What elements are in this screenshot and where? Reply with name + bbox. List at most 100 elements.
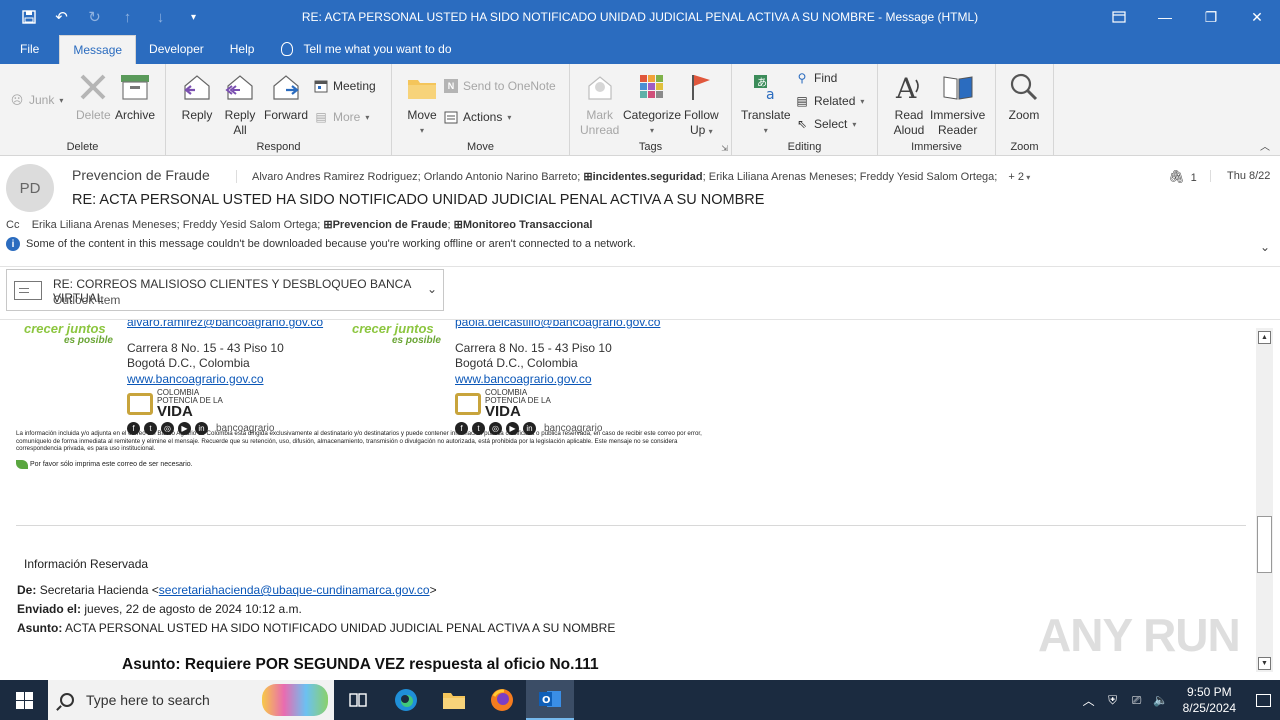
task-view-icon[interactable] — [334, 680, 382, 720]
more-recipients[interactable]: + 2 — [1008, 171, 1024, 183]
edge-browser-icon[interactable] — [382, 680, 430, 720]
immersive-reader-button[interactable]: Immersive Reader — [930, 70, 985, 138]
zoom-group-label: Zoom — [1010, 141, 1039, 153]
tell-me-text: Tell me what you want to do — [303, 42, 452, 56]
follow-up-button[interactable]: Follow Up ▾ — [684, 70, 719, 139]
tab-file[interactable]: File — [0, 34, 59, 64]
signature-block-1: alvaro.ramirez@bancoagrario.gov.co Carre… — [127, 320, 323, 437]
reply-all-icon — [223, 70, 257, 104]
tab-help[interactable]: Help — [217, 34, 268, 64]
sent-line: Enviado el: jueves, 22 de agosto de 2024… — [17, 602, 302, 616]
collapse-ribbon-icon[interactable]: ︿ — [1260, 138, 1270, 153]
onenote-icon: N — [444, 79, 458, 93]
immersive-group: A Read Aloud Immersive Reader Immersive — [878, 64, 996, 156]
vertical-scrollbar[interactable]: ▲ ▼ — [1256, 328, 1273, 672]
tags-dialog-launcher-icon[interactable]: ⇲ — [721, 144, 728, 153]
sig1-web-link[interactable]: www.bancoagrario.gov.co — [127, 372, 264, 386]
related-button[interactable]: ▤ Related ▾ — [795, 94, 864, 108]
ribbon-display-options-icon[interactable] — [1096, 0, 1142, 34]
security-icon[interactable]: ⛨ — [1101, 693, 1125, 708]
sig2-email[interactable]: paola.delcastillo@bancoagrario.gov.co — [455, 320, 660, 329]
show-hidden-icons-icon[interactable]: ︿ — [1077, 692, 1101, 709]
find-icon: ⚲ — [797, 71, 807, 85]
more-respond-button[interactable]: ▤ More ▾ — [314, 110, 369, 124]
outlook-taskbar-icon[interactable]: O — [526, 680, 574, 720]
find-button[interactable]: ⚲ Find — [795, 71, 838, 85]
avatar[interactable]: PD — [6, 164, 54, 212]
delete-button[interactable]: Delete — [76, 70, 111, 123]
move-button[interactable]: Move ▾ — [405, 70, 439, 138]
actions-button[interactable]: Actions ▾ — [444, 110, 511, 124]
junk-button[interactable]: ☹ Junk ▾ — [10, 93, 64, 107]
file-explorer-icon[interactable] — [430, 680, 478, 720]
expand-header-icon[interactable]: ⌄ — [1260, 240, 1270, 254]
meeting-icon — [314, 79, 328, 93]
actions-icon — [444, 110, 458, 124]
categorize-button[interactable]: Categorize ▾ — [623, 70, 681, 138]
volume-icon[interactable]: 🔈 — [1149, 693, 1173, 707]
tab-developer[interactable]: Developer — [136, 34, 217, 64]
scroll-up-icon[interactable]: ▲ — [1258, 331, 1271, 344]
undo-icon[interactable]: ↶ — [47, 2, 76, 32]
sender-name[interactable]: Prevencion de Fraude — [72, 167, 210, 183]
lightbulb-icon — [281, 42, 294, 56]
sig2-web-link[interactable]: www.bancoagrario.gov.co — [455, 372, 592, 386]
taskbar-search[interactable]: Type here to search — [48, 680, 334, 720]
group-expand-icon[interactable]: ⊞ — [583, 171, 592, 183]
save-icon[interactable] — [14, 2, 43, 32]
archive-button[interactable]: Archive — [115, 70, 155, 123]
translate-button[interactable]: あa Translate ▾ — [741, 70, 791, 138]
start-button[interactable] — [0, 680, 48, 720]
move-group-label: Move — [467, 141, 494, 153]
minimize-icon[interactable]: — — [1142, 0, 1188, 34]
tab-message[interactable]: Message — [59, 35, 137, 64]
meeting-button[interactable]: Meeting — [314, 79, 376, 93]
forward-button[interactable]: Forward — [264, 70, 308, 123]
windows-logo-icon — [15, 691, 33, 709]
classification-label: Información Reservada — [24, 557, 149, 571]
notifications-icon[interactable] — [1246, 680, 1280, 720]
previous-item-icon[interactable]: ↑ — [113, 2, 142, 32]
window-title: RE: ACTA PERSONAL USTED HA SIDO NOTIFICA… — [301, 10, 979, 24]
reply-button[interactable]: Reply — [180, 70, 214, 123]
select-button[interactable]: ⇖ Select ▾ — [795, 117, 856, 131]
close-icon[interactable]: ✕ — [1234, 0, 1280, 34]
send-to-onenote-button[interactable]: N Send to OneNote — [444, 79, 556, 93]
firefox-icon[interactable] — [478, 680, 526, 720]
attachment-card[interactable]: RE: CORREOS MALISIOSO CLIENTES Y DESBLOQ… — [6, 269, 444, 311]
print-note: Por favor sólo imprima este correo de se… — [16, 460, 193, 469]
flag-icon — [684, 70, 718, 104]
ribbon-tabs: File Message Developer Help Tell me what… — [0, 34, 1280, 64]
next-item-icon[interactable]: ↓ — [146, 2, 175, 32]
attachment-menu-icon[interactable]: ⌄ — [427, 282, 437, 296]
scroll-down-icon[interactable]: ▼ — [1258, 657, 1271, 670]
maximize-icon[interactable]: ❐ — [1188, 0, 1234, 34]
reply-all-button[interactable]: Reply All — [223, 70, 257, 138]
redo-icon[interactable]: ↻ — [80, 2, 109, 32]
read-aloud-button[interactable]: A Read Aloud — [892, 70, 926, 138]
ribbon: ☹ Junk ▾ Delete Archive Delete Reply Rep… — [0, 64, 1280, 156]
customize-qat-icon[interactable]: ▾ — [179, 2, 208, 32]
network-icon[interactable]: ⎚ — [1125, 693, 1149, 708]
tell-me-box[interactable]: Tell me what you want to do — [267, 34, 452, 64]
signature-block-2: paola.delcastillo@bancoagrario.gov.co Ca… — [455, 320, 660, 437]
clock[interactable]: 9:50 PM 8/25/2024 — [1173, 684, 1246, 716]
message-subject: RE: ACTA PERSONAL USTED HA SIDO NOTIFICA… — [72, 192, 765, 208]
mark-unread-button[interactable]: Mark Unread — [580, 70, 619, 138]
tags-group-label: Tags — [638, 141, 663, 153]
svg-text:O: O — [542, 695, 551, 706]
from-email-link[interactable]: secretariahacienda@ubaque-cundinamarca.g… — [159, 583, 430, 597]
subject-line: Asunto: ACTA PERSONAL USTED HA SIDO NOTI… — [17, 621, 616, 635]
from-line: De: Secretaria Hacienda <secretariahacie… — [17, 583, 437, 597]
reply-icon — [180, 70, 214, 104]
sig1-email[interactable]: alvaro.ramirez@bancoagrario.gov.co — [127, 320, 323, 329]
zoom-group: Zoom Zoom — [996, 64, 1054, 156]
respond-group: Reply Reply All Forward Meeting ▤ More ▾ — [166, 64, 392, 156]
slogan-logo: crecer juntos es posible — [24, 321, 113, 346]
tags-group: Mark Unread Categorize ▾ Follow Up ▾ Tag… — [570, 64, 732, 156]
scroll-thumb[interactable] — [1257, 516, 1272, 573]
system-tray: ︿ ⛨ ⎚ 🔈 9:50 PM 8/25/2024 — [1077, 680, 1280, 720]
info-bar[interactable]: i Some of the content in this message co… — [6, 237, 636, 251]
slogan-logo-2: crecer juntos es posible — [352, 321, 441, 346]
zoom-button[interactable]: Zoom — [1007, 70, 1041, 123]
